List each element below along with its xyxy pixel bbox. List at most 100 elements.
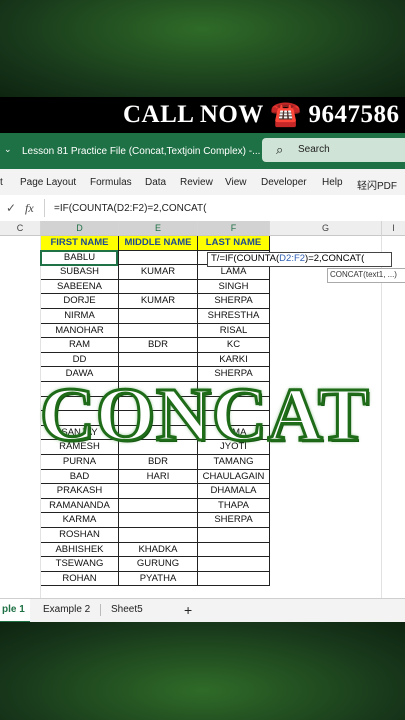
table-cell[interactable] [119, 279, 198, 295]
table-cell[interactable]: SHRESTHA [198, 309, 270, 324]
table-cell[interactable]: MANOHAR [41, 323, 119, 339]
table-row: TSEWANG GURUNG [0, 557, 405, 572]
table-cell[interactable] [119, 484, 198, 499]
column-header-g[interactable]: G [270, 221, 382, 236]
table-cell[interactable]: THAPA [198, 498, 270, 514]
table-cell[interactable] [119, 309, 198, 324]
table-cell[interactable]: KC [198, 338, 270, 353]
table-cell[interactable]: KARKI [198, 352, 270, 368]
file-name: Lesson 81 Practice File (Concat,Textjoin… [22, 146, 261, 157]
table-cell[interactable]: KUMAR [119, 294, 198, 309]
table-row: BAD HARI CHAULAGAIN [0, 469, 405, 485]
table-cell[interactable]: SHERPA [198, 513, 270, 528]
sheet-tab-sheet5[interactable]: Sheet5 [111, 599, 143, 621]
table-cell[interactable]: CHAULAGAIN [198, 469, 270, 485]
check-icon[interactable]: ✓ [6, 201, 16, 215]
table-cell[interactable]: DORJE [41, 294, 119, 309]
table-row: KARMA SHERPA [0, 513, 405, 528]
call-now-text: CALL NOW ☎️ 9647586 [123, 101, 400, 128]
sheet-tab-example-1[interactable]: ple 1 [0, 599, 30, 623]
tab-review[interactable]: Review [180, 177, 213, 188]
table-cell[interactable]: BDR [119, 338, 198, 353]
ribbon-tabs: t Page Layout Formulas Data Review View … [0, 169, 405, 195]
column-header-e[interactable]: E [119, 221, 198, 236]
header-cell[interactable]: MIDDLE NAME [119, 236, 198, 251]
search-icon: ⌕ [276, 142, 284, 157]
in-cell-editor[interactable]: T/=IF(COUNTA(D2:F2)=2,CONCAT( [207, 252, 392, 267]
tab-insert-partial[interactable]: t [0, 177, 3, 188]
table-cell[interactable]: SUBASH [41, 265, 119, 280]
table-cell[interactable] [119, 528, 198, 543]
table-cell[interactable] [119, 323, 198, 339]
chevron-down-icon[interactable]: ⌄ [4, 144, 12, 155]
edit-prefix: T/=IF(COUNTA( [211, 253, 280, 264]
table-cell[interactable]: GURUNG [119, 557, 198, 572]
table-row: DD KARKI [0, 352, 405, 368]
table-cell[interactable]: KARMA [41, 513, 119, 528]
table-cell[interactable]: NIRMA [41, 309, 119, 324]
table-cell[interactable]: BDR [119, 455, 198, 470]
table-cell[interactable]: DD [41, 352, 119, 368]
formula-input[interactable]: =IF(COUNTA(D2:F2)=2,CONCAT( [54, 203, 206, 214]
table-cell[interactable]: SABEENA [41, 279, 119, 295]
edit-suffix: )=2,CONCAT( [305, 253, 365, 264]
table-cell[interactable]: PYATHA [119, 571, 198, 587]
column-header-d[interactable]: D [41, 221, 119, 236]
table-cell[interactable]: SHERPA [198, 294, 270, 309]
table-cell[interactable]: ROHAN [41, 571, 119, 587]
divider [44, 199, 45, 217]
tab-developer[interactable]: Developer [261, 177, 307, 188]
table-row: MANOHAR RISAL [0, 323, 405, 339]
table-cell[interactable]: RAMANANDA [41, 498, 119, 514]
table-cell[interactable] [119, 513, 198, 528]
tab-help[interactable]: Help [322, 177, 343, 188]
tab-view[interactable]: View [225, 177, 247, 188]
table-cell[interactable]: KHADKA [119, 542, 198, 558]
table-row: DORJE KUMAR SHERPA [0, 294, 405, 309]
background-top [0, 0, 405, 97]
table-cell[interactable]: PURNA [41, 455, 119, 470]
table-cell[interactable]: SINGH [198, 279, 270, 295]
search-box[interactable]: ⌕ Search [262, 138, 405, 162]
tab-pdf[interactable]: 轻闪PDF [357, 177, 397, 192]
table-header-row: FIRST NAME MIDDLE NAME LAST NAME [0, 236, 405, 251]
table-cell[interactable] [119, 250, 198, 266]
table-cell[interactable]: PRAKASH [41, 484, 119, 499]
tab-formulas[interactable]: Formulas [90, 177, 132, 188]
table-cell[interactable]: KUMAR [119, 265, 198, 280]
table-cell[interactable]: ABHISHEK [41, 542, 119, 558]
add-sheet-button[interactable]: + [184, 599, 192, 621]
sheet-tabs-bar: ple 1 Example 2 Sheet5 + [0, 598, 405, 623]
table-cell[interactable]: RAM [41, 338, 119, 353]
search-label: Search [298, 144, 330, 155]
sheet-tab-example-2[interactable]: Example 2 [43, 599, 90, 621]
insert-function-icon[interactable]: fx [25, 201, 34, 216]
table-cell[interactable]: BAD [41, 469, 119, 485]
tab-data[interactable]: Data [145, 177, 166, 188]
table-row: RAMANANDA THAPA [0, 498, 405, 514]
table-cell[interactable] [198, 542, 270, 558]
table-cell[interactable]: DHAMALA [198, 484, 270, 499]
table-cell[interactable] [198, 557, 270, 572]
table-cell[interactable] [119, 352, 198, 368]
header-cell[interactable]: FIRST NAME [41, 236, 119, 251]
table-row: NIRMA SHRESTHA [0, 309, 405, 324]
table-cell[interactable]: ROSHAN [41, 528, 119, 543]
table-row: PRAKASH DHAMALA [0, 484, 405, 499]
table-cell[interactable]: TSEWANG [41, 557, 119, 572]
table-cell[interactable]: TAMANG [198, 455, 270, 470]
table-cell[interactable]: LAMA [198, 265, 270, 280]
function-tooltip: CONCAT(text1, ...) [327, 268, 405, 283]
table-cell[interactable]: HARI [119, 469, 198, 485]
column-header-f[interactable]: F [198, 221, 270, 236]
tab-divider [100, 604, 101, 616]
table-cell[interactable] [198, 571, 270, 587]
header-cell[interactable]: LAST NAME [198, 236, 270, 251]
column-header-i[interactable]: I [382, 221, 405, 236]
table-cell[interactable]: RISAL [198, 323, 270, 339]
table-cell[interactable] [198, 528, 270, 543]
column-header-c[interactable]: C [0, 221, 41, 236]
tab-page-layout[interactable]: Page Layout [20, 177, 76, 188]
table-cell[interactable] [119, 498, 198, 514]
table-row: ROSHAN [0, 528, 405, 543]
